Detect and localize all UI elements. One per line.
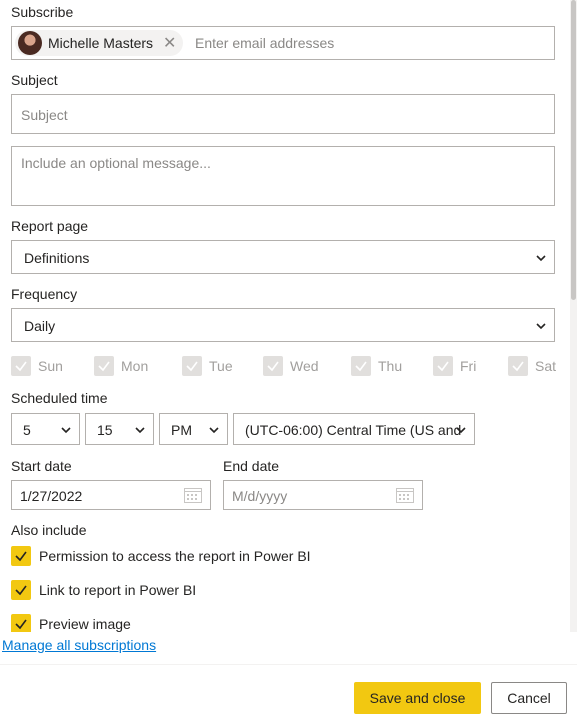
save-and-close-button[interactable]: Save and close (354, 682, 481, 714)
day-label: Wed (290, 358, 319, 374)
option-label: Permission to access the report in Power… (39, 548, 311, 564)
message-textarea[interactable]: Include an optional message... (11, 146, 555, 206)
start-date-value: 1/27/2022 (20, 488, 83, 504)
remove-recipient-icon[interactable]: ✕ (163, 33, 176, 53)
check-icon (512, 361, 524, 372)
minute-select[interactable]: 15 (85, 413, 154, 445)
calendar-icon[interactable] (184, 487, 202, 503)
ampm-value: PM (171, 422, 192, 438)
end-date-label: End date (223, 458, 280, 474)
frequency-select[interactable]: Daily (11, 308, 555, 342)
day-label: Sun (38, 358, 63, 374)
chevron-down-icon (536, 323, 546, 330)
frequency-label: Frequency (11, 286, 78, 302)
day-label: Thu (378, 358, 403, 374)
ampm-select[interactable]: PM (159, 413, 228, 445)
subscription-form: Subscribe Michelle Masters ✕ Enter email… (0, 0, 570, 632)
day-label: Sat (535, 358, 557, 374)
checkbox[interactable] (11, 546, 31, 566)
report-page-label: Report page (11, 218, 89, 234)
recipient-name: Michelle Masters (48, 35, 154, 51)
subject-placeholder: Subject (21, 107, 68, 123)
check-icon (267, 361, 279, 372)
divider (0, 664, 577, 665)
day-label: Mon (121, 358, 149, 374)
hour-select[interactable]: 5 (11, 413, 80, 445)
check-icon (186, 361, 198, 372)
check-icon (437, 361, 449, 372)
avatar (18, 31, 42, 55)
end-date-placeholder: M/d/yyyy (232, 488, 288, 504)
check-icon (15, 585, 27, 596)
check-icon (98, 361, 110, 372)
check-icon (15, 361, 27, 372)
checkbox[interactable] (11, 580, 31, 600)
recipient-chip: Michelle Masters ✕ (15, 30, 183, 56)
report-page-value: Definitions (24, 250, 90, 266)
frequency-value: Daily (24, 318, 56, 334)
day-label: Fri (460, 358, 477, 374)
subject-input[interactable]: Subject (11, 94, 555, 134)
chevron-down-icon (536, 255, 546, 262)
checkbox[interactable] (11, 614, 31, 632)
check-icon (355, 361, 367, 372)
start-date-label: Start date (11, 458, 72, 474)
email-input[interactable]: Enter email addresses (195, 35, 334, 51)
hour-value: 5 (23, 422, 31, 438)
day-label: Tue (209, 358, 233, 374)
subject-label: Subject (11, 72, 58, 88)
calendar-icon[interactable] (396, 487, 414, 503)
minute-value: 15 (97, 422, 113, 438)
scrollbar[interactable] (570, 0, 577, 632)
start-date-input[interactable]: 1/27/2022 (11, 480, 211, 510)
cancel-button[interactable]: Cancel (491, 682, 567, 714)
check-icon (15, 619, 27, 630)
end-date-input[interactable]: M/d/yyyy (223, 480, 423, 510)
subscribe-field[interactable]: Michelle Masters ✕ Enter email addresses (11, 26, 555, 60)
subscribe-label: Subscribe (11, 4, 74, 20)
also-include-label: Also include (11, 522, 87, 538)
report-page-select[interactable]: Definitions (11, 240, 555, 274)
message-placeholder: Include an optional message... (21, 155, 211, 171)
check-icon (15, 551, 27, 562)
manage-subscriptions-link[interactable]: Manage all subscriptions (2, 637, 156, 653)
chevron-down-icon (61, 427, 71, 434)
chevron-down-icon (456, 427, 466, 434)
option-label: Preview image (39, 616, 131, 632)
option-label: Link to report in Power BI (39, 582, 197, 598)
scrollbar-thumb[interactable] (571, 0, 576, 300)
timezone-value: (UTC-06:00) Central Time (US and (245, 422, 462, 438)
chevron-down-icon (209, 427, 219, 434)
timezone-select[interactable]: (UTC-06:00) Central Time (US and (233, 413, 475, 445)
scheduled-time-label: Scheduled time (11, 390, 108, 406)
chevron-down-icon (135, 427, 145, 434)
